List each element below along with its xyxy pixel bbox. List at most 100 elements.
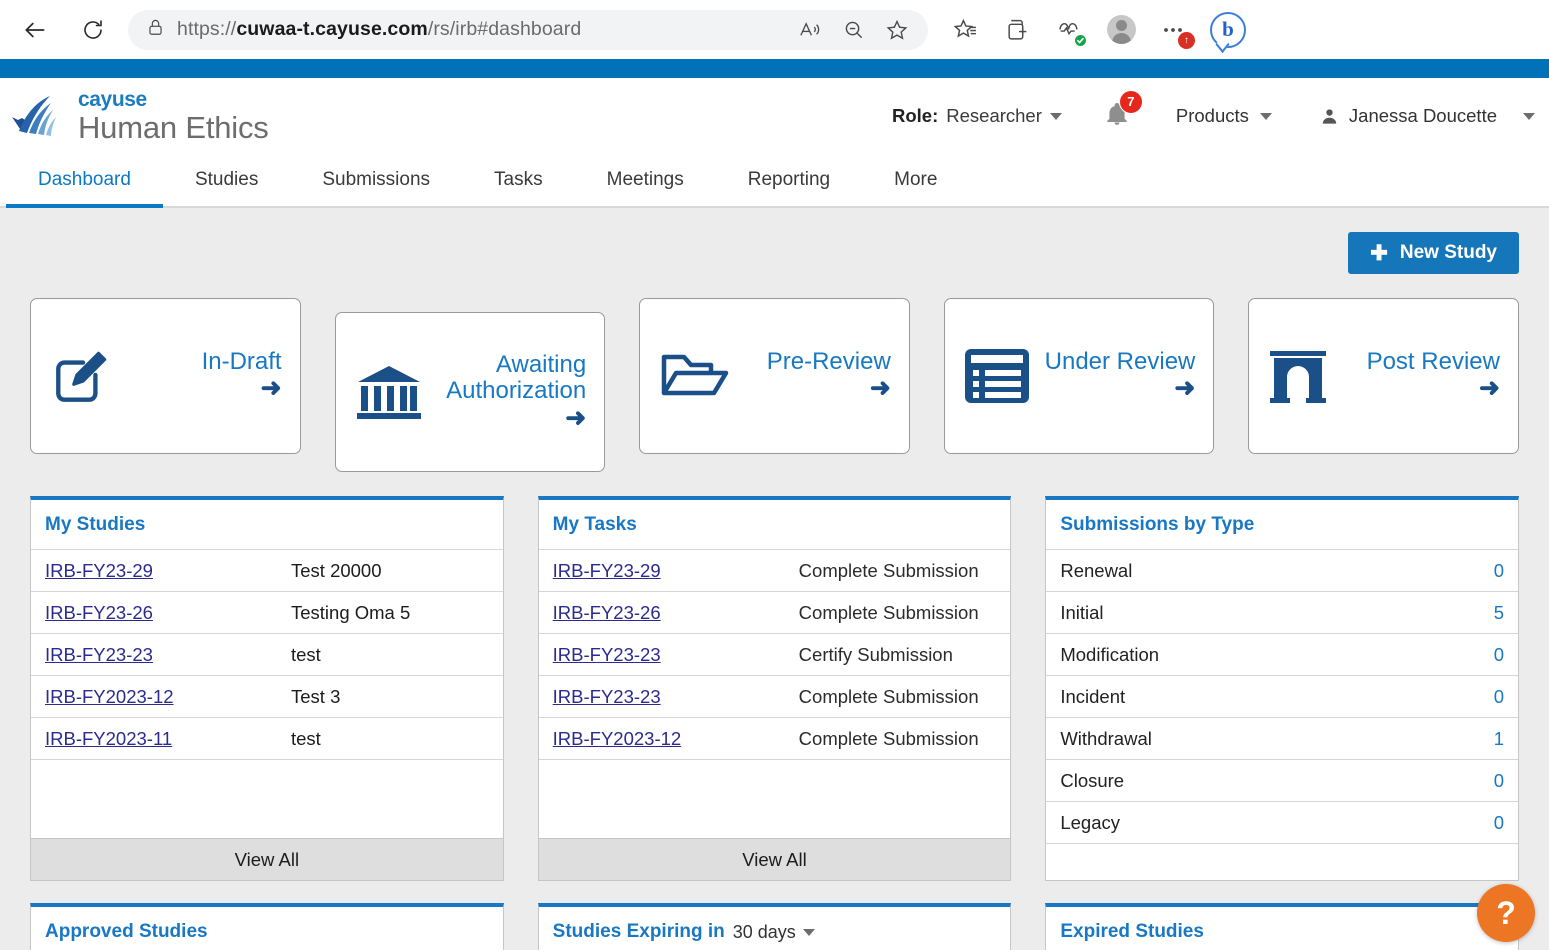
task-study-link[interactable]: IRB-FY23-26	[553, 602, 799, 624]
submission-type: Incident	[1060, 686, 1125, 708]
star-icon[interactable]	[882, 15, 912, 45]
panel-title: Studies Expiring in 30 days	[539, 907, 1011, 950]
list-item[interactable]: IRB-FY23-26Testing Oma 5	[31, 592, 503, 634]
arrow-right-icon: ➜	[1479, 374, 1500, 402]
task-study-link[interactable]: IRB-FY23-23	[553, 686, 799, 708]
notifications-button[interactable]: 7	[1104, 101, 1130, 132]
list-item[interactable]: IRB-FY2023-12Test 3	[31, 676, 503, 718]
role-selector[interactable]: Role: Researcher	[892, 105, 1062, 127]
submission-count: 0	[1494, 686, 1504, 708]
chevron-down-icon	[1050, 113, 1062, 120]
study-name: test	[291, 644, 321, 666]
arrow-right-icon: ➜	[565, 404, 586, 432]
status-cards: In-Draft➜ Awaiting Authorization➜	[28, 298, 1521, 472]
task-name: Complete Submission	[799, 686, 979, 708]
my-studies-list: IRB-FY23-29Test 20000 IRB-FY23-26Testing…	[31, 550, 503, 838]
new-study-label: New Study	[1400, 242, 1497, 264]
study-link[interactable]: IRB-FY23-29	[45, 560, 291, 582]
list-item[interactable]: IRB-FY23-23test	[31, 634, 503, 676]
task-study-link[interactable]: IRB-FY23-29	[553, 560, 799, 582]
tab-meetings[interactable]: Meetings	[575, 154, 716, 206]
submission-type: Legacy	[1060, 812, 1120, 834]
panel-title-text: Studies Expiring in	[553, 921, 725, 943]
list-item[interactable]: IRB-FY23-23Certify Submission	[539, 634, 1011, 676]
back-arrow-icon[interactable]	[14, 9, 56, 51]
table-row[interactable]: Renewal0	[1046, 550, 1518, 592]
collections-icon[interactable]	[950, 15, 980, 45]
submission-type: Closure	[1060, 770, 1124, 792]
study-link[interactable]: IRB-FY2023-11	[45, 728, 291, 750]
arrow-right-icon: ➜	[1174, 374, 1195, 402]
task-name: Complete Submission	[799, 728, 979, 750]
tab-dashboard[interactable]: Dashboard	[6, 154, 163, 206]
panel-my-studies: My Studies IRB-FY23-29Test 20000 IRB-FY2…	[30, 496, 504, 881]
tab-reporting[interactable]: Reporting	[716, 154, 862, 206]
list-item[interactable]: IRB-FY23-26Complete Submission	[539, 592, 1011, 634]
task-name: Complete Submission	[799, 602, 979, 624]
expiring-range-selector[interactable]: 30 days	[733, 922, 815, 943]
table-row[interactable]: Withdrawal1	[1046, 718, 1518, 760]
status-card-label: Under Review ➜	[1041, 349, 1196, 403]
tab-submissions[interactable]: Submissions	[290, 154, 462, 206]
ellipsis-icon[interactable]: ↑	[1158, 15, 1188, 45]
status-card-label: Post Review➜	[1367, 349, 1500, 403]
study-link[interactable]: IRB-FY23-26	[45, 602, 291, 624]
open-folder-icon	[658, 345, 732, 407]
main-navigation: Dashboard Studies Submissions Tasks Meet…	[0, 154, 1549, 208]
study-link[interactable]: IRB-FY23-23	[45, 644, 291, 666]
edit-square-icon	[49, 343, 115, 409]
study-name: Test 20000	[291, 560, 382, 582]
tab-tasks[interactable]: Tasks	[462, 154, 575, 206]
reload-icon[interactable]	[72, 9, 114, 51]
status-card-awaiting-authorization[interactable]: Awaiting Authorization➜	[335, 312, 606, 472]
panel-title: Submissions by Type	[1046, 500, 1518, 550]
chevron-down-icon	[1523, 113, 1535, 120]
task-name: Complete Submission	[799, 560, 979, 582]
status-card-label: Pre-Review➜	[767, 349, 891, 403]
status-card-in-draft[interactable]: In-Draft➜	[30, 298, 301, 454]
panel-title: Expired Studies	[1046, 907, 1518, 950]
dashboard-panels: My Studies IRB-FY23-29Test 20000 IRB-FY2…	[28, 496, 1521, 881]
list-item[interactable]: IRB-FY23-29Test 20000	[31, 550, 503, 592]
status-card-under-review[interactable]: Under Review ➜	[944, 298, 1215, 454]
zoom-out-icon[interactable]	[838, 15, 868, 45]
status-card-pre-review[interactable]: Pre-Review➜	[639, 298, 910, 454]
view-all-button[interactable]: View All	[539, 838, 1011, 880]
list-item[interactable]: IRB-FY2023-12Complete Submission	[539, 718, 1011, 760]
new-study-button[interactable]: ✚ New Study	[1348, 232, 1519, 274]
copilot-icon[interactable]: b	[1210, 12, 1246, 48]
read-aloud-icon[interactable]	[794, 15, 824, 45]
profile-icon[interactable]	[1106, 15, 1136, 45]
my-tasks-list: IRB-FY23-29Complete Submission IRB-FY23-…	[539, 550, 1011, 838]
tab-more[interactable]: More	[862, 154, 969, 206]
table-row[interactable]: Modification0	[1046, 634, 1518, 676]
status-card-post-review[interactable]: Post Review➜	[1248, 298, 1519, 454]
list-item[interactable]: IRB-FY23-29Complete Submission	[539, 550, 1011, 592]
table-row[interactable]: Initial5	[1046, 592, 1518, 634]
products-menu[interactable]: Products	[1176, 105, 1272, 127]
table-row[interactable]: Closure0	[1046, 760, 1518, 802]
table-row[interactable]: Legacy0	[1046, 802, 1518, 844]
browser-toolbar: https://cuwaa-t.cayuse.com/rs/irb#dashbo…	[0, 0, 1549, 59]
list-item[interactable]: IRB-FY2023-11test	[31, 718, 503, 760]
split-screen-icon[interactable]	[1002, 15, 1032, 45]
browser-essentials-icon[interactable]	[1054, 15, 1084, 45]
address-bar[interactable]: https://cuwaa-t.cayuse.com/rs/irb#dashbo…	[128, 10, 928, 50]
study-link[interactable]: IRB-FY2023-12	[45, 686, 291, 708]
tab-studies[interactable]: Studies	[163, 154, 290, 206]
help-button[interactable]: ?	[1477, 884, 1535, 942]
url-text: https://cuwaa-t.cayuse.com/rs/irb#dashbo…	[177, 18, 581, 41]
arrow-right-icon: ➜	[261, 374, 282, 402]
table-row[interactable]: Incident 0	[1046, 676, 1518, 718]
dashboard-page: ✚ New Study In-Draft➜	[0, 208, 1549, 950]
submission-count: 0	[1494, 644, 1504, 666]
task-study-link[interactable]: IRB-FY23-23	[553, 644, 799, 666]
task-study-link[interactable]: IRB-FY2023-12	[553, 728, 799, 750]
app-logo[interactable]: cayuse Human Ethics	[10, 89, 269, 143]
dashboard-panels-bottom: Approved Studies Studies Expiring in 30 …	[28, 903, 1521, 950]
task-name: Certify Submission	[799, 644, 953, 666]
list-item[interactable]: IRB-FY23-23Complete Submission	[539, 676, 1011, 718]
view-all-button[interactable]: View All	[31, 838, 503, 880]
panel-my-tasks: My Tasks IRB-FY23-29Complete Submission …	[538, 496, 1012, 881]
user-menu[interactable]: Janessa Doucette	[1320, 105, 1535, 127]
